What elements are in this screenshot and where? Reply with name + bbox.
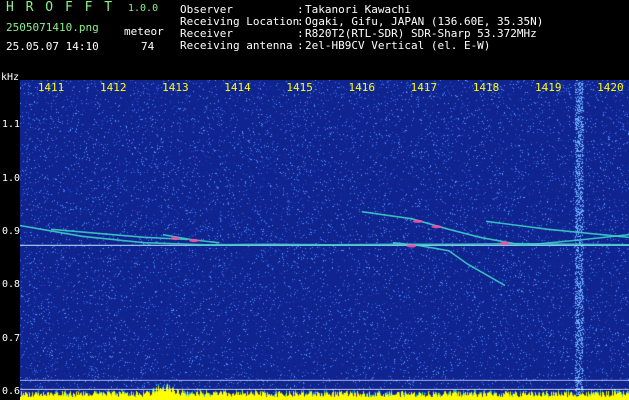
spectrogram-overlay bbox=[20, 210, 629, 390]
frequency-tick-0.7: 0.7 bbox=[2, 332, 21, 344]
frequency-tick-0.8: 0.8 bbox=[2, 279, 21, 291]
meteor-count-value: 74 bbox=[141, 40, 155, 53]
time-tick-1420: 1420 bbox=[597, 81, 624, 94]
time-tick-1417: 1417 bbox=[410, 81, 438, 94]
antenna-label: Receiving antenna bbox=[180, 39, 293, 52]
spectrogram bbox=[20, 80, 629, 400]
time-tick-1411: 1411 bbox=[37, 81, 65, 94]
meteor-hot-spot-5 bbox=[499, 241, 510, 245]
hrofft-window: H R O F F T 1.0.0 2505071410.png 25.05.0… bbox=[0, 0, 629, 400]
time-tick-1412: 1412 bbox=[99, 81, 127, 94]
file-name: 2505071410.png bbox=[6, 21, 99, 34]
time-tick-1418: 1418 bbox=[472, 81, 500, 94]
time-tick-1413: 1413 bbox=[162, 81, 189, 94]
observation-timestamp: 25.05.07 14:10 bbox=[6, 40, 99, 53]
meteor-trace-2 bbox=[361, 210, 629, 247]
meteor-hot-spot-4 bbox=[406, 244, 417, 248]
frequency-tick-0.6: 0.6 bbox=[2, 386, 21, 397]
frequency-tick-0.9: 0.9 bbox=[2, 226, 21, 237]
time-axis: 1411 1412 1413 1414 1415 1416 1417 1418 1419 1420 bbox=[20, 80, 629, 94]
meteor-hot-spot-2 bbox=[412, 219, 423, 223]
time-tick-1416: 1416 bbox=[348, 81, 376, 94]
frequency-tick-1.1: 1.1 bbox=[2, 119, 21, 131]
meteor-trace-3 bbox=[392, 241, 506, 286]
app-version: 1.0.0 bbox=[128, 3, 159, 14]
meteor-count-label: meteor bbox=[124, 25, 164, 38]
time-tick-1419: 1419 bbox=[534, 81, 562, 94]
time-tick-1414: 1414 bbox=[224, 81, 251, 94]
meteor-hot-spot-1 bbox=[189, 238, 199, 243]
antenna-colon: : bbox=[297, 39, 304, 52]
time-tick-1415: 1415 bbox=[286, 81, 313, 94]
frequency-axis: 1.1 1.0 0.9 0.8 0.7 0.6 bbox=[0, 80, 20, 400]
meteor-hot-spot-0 bbox=[170, 236, 181, 240]
meteor-trace-4 bbox=[485, 220, 629, 239]
antenna-value: 2el-HB9CV Vertical (el. E-W) bbox=[305, 39, 491, 52]
frequency-tick-1.0: 1.0 bbox=[2, 172, 21, 184]
meteor-hot-spot-3 bbox=[431, 225, 442, 229]
app-title: H R O F F T bbox=[6, 0, 115, 15]
